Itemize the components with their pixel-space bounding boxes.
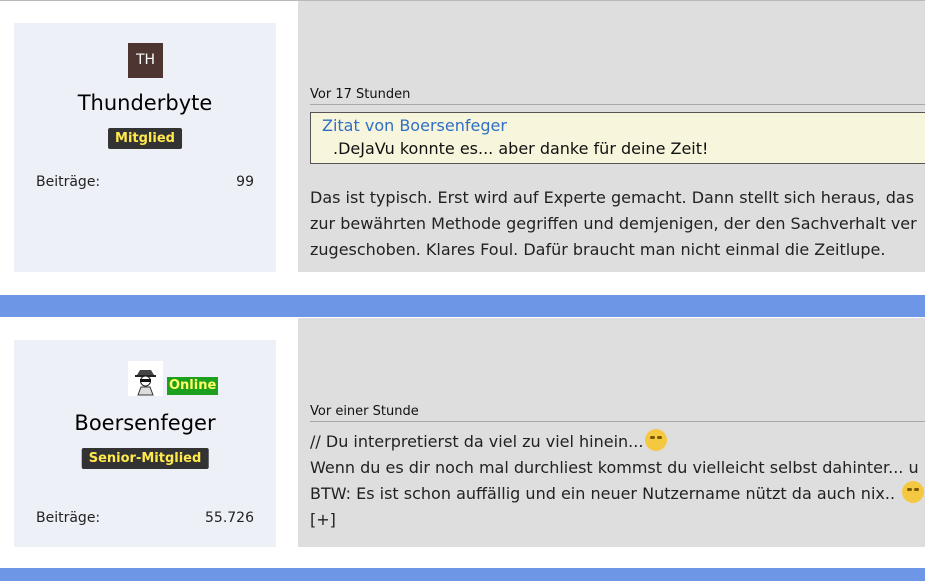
post-content: Vor 17 Stunden Zitat von Boersenfeger .D…: [298, 1, 925, 272]
avatar[interactable]: TH: [128, 43, 163, 78]
post-count-label: Beiträge:: [36, 174, 101, 190]
post-separator: [0, 295, 925, 317]
post-content: Vor einer Stunde // Du interpretierst da…: [298, 318, 925, 547]
post-count-row: Beiträge: 99: [36, 174, 254, 190]
detective-avatar-icon[interactable]: [128, 361, 163, 396]
quote-text: .DeJaVu konnte es... aber danke für dein…: [333, 139, 709, 158]
post-body-line: // Du interpretierst da viel zu viel hin…: [310, 429, 925, 455]
author-name[interactable]: Thunderbyte: [14, 91, 276, 115]
post-timestamp[interactable]: Vor 17 Stunden: [310, 87, 925, 105]
post-body-line: zur bewährten Methode gegriffen und demj…: [310, 214, 917, 233]
post-body-text: BTW: Es ist schon auffällig und ein neue…: [310, 484, 896, 503]
eye-roll-emoji-icon: [645, 429, 668, 451]
rank-badge: Mitglied: [108, 128, 182, 149]
expand-button[interactable]: [+]: [310, 507, 925, 533]
post-body-line: zugeschoben. Klares Foul. Dafür braucht …: [310, 240, 886, 259]
post-separator: [0, 568, 925, 581]
wink-emoji-icon: [902, 481, 925, 503]
author-card: Online Boersenfeger Senior-Mitglied Beit…: [14, 340, 276, 547]
post-body: Das ist typisch. Erst wird auf Experte g…: [310, 185, 925, 263]
post-count-row: Beiträge: 55.726: [36, 510, 254, 526]
quote-author-link[interactable]: Zitat von Boersenfeger: [322, 116, 507, 135]
post-count-value: 55.726: [205, 510, 254, 526]
post-timestamp[interactable]: Vor einer Stunde: [310, 404, 925, 422]
post-body-line: Das ist typisch. Erst wird auf Experte g…: [310, 188, 915, 207]
author-card: TH Thunderbyte Mitglied Beiträge: 99: [14, 23, 276, 272]
post-body-text: // Du interpretierst da viel zu viel hin…: [310, 432, 644, 451]
post-body-line: Wenn du es dir noch mal durchliest komms…: [310, 458, 919, 477]
post-body: // Du interpretierst da viel zu viel hin…: [310, 429, 925, 533]
forum-post: TH Thunderbyte Mitglied Beiträge: 99 Vor…: [0, 0, 925, 272]
rank-badge: Senior-Mitglied: [81, 448, 209, 469]
post-count-value: 99: [236, 174, 254, 190]
author-name[interactable]: Boersenfeger: [14, 411, 276, 435]
quote-box: Zitat von Boersenfeger .DeJaVu konnte es…: [310, 112, 925, 164]
online-status-badge: Online: [167, 377, 219, 395]
post-body-line: BTW: Es ist schon auffällig und ein neue…: [310, 481, 925, 507]
post-count-label: Beiträge:: [36, 510, 101, 526]
forum-post: Online Boersenfeger Senior-Mitglied Beit…: [0, 318, 925, 547]
